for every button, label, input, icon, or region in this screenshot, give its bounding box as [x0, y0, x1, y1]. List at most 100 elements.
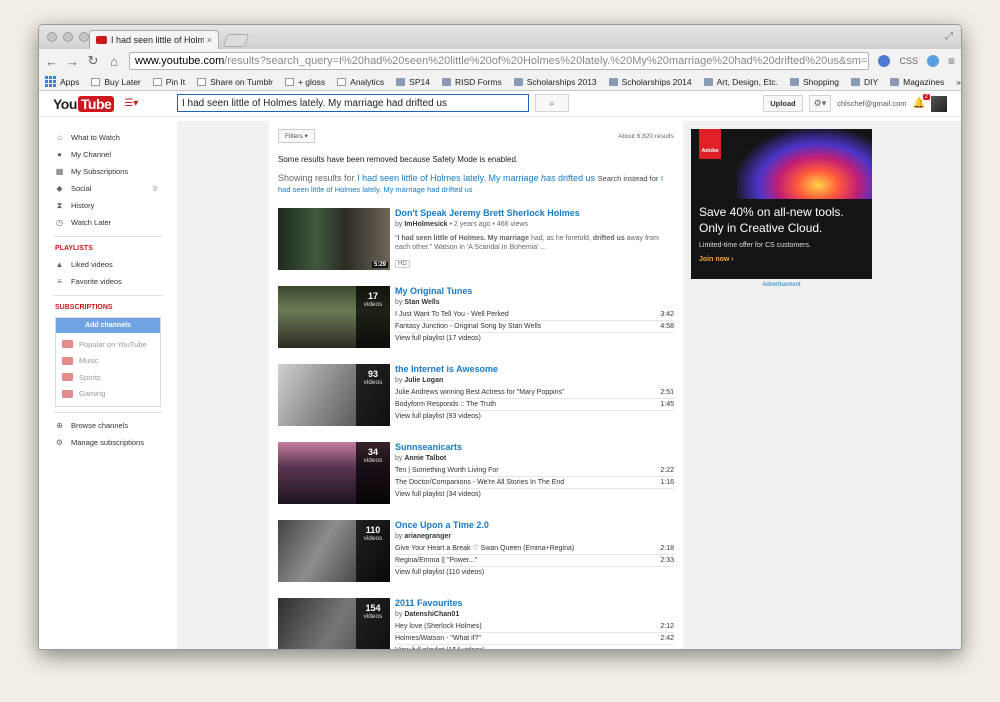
playlist-track[interactable]: Ten | Something Worth Living For 2:22: [395, 465, 674, 477]
notifications-bell-icon[interactable]: 🔔 2: [913, 94, 930, 109]
bookmark-item[interactable]: Share on Tumblr: [197, 77, 273, 87]
account-email[interactable]: chlschef@gmail.com: [837, 99, 906, 108]
playlist-title-link[interactable]: 2011 Favourites: [395, 598, 674, 609]
playlist-thumbnail[interactable]: 154 videos: [278, 598, 390, 649]
playlist-track[interactable]: The Doctor/Companions - We're All Storie…: [395, 477, 674, 489]
guide-menu-icon[interactable]: ☰▾: [124, 98, 138, 109]
css-extension-icon[interactable]: CSS: [899, 56, 918, 66]
minimize-window-button[interactable]: [63, 32, 73, 42]
settings-gear-icon[interactable]: ⚙▾: [808, 95, 832, 112]
avatar[interactable]: [931, 95, 947, 112]
add-channels-button[interactable]: Add channels: [56, 318, 160, 333]
adobe-ad-banner[interactable]: Adobe Save 40% on all-new tools. Only in …: [691, 129, 872, 279]
channel-link[interactable]: Annie Talbot: [404, 455, 446, 462]
playlist-title-link[interactable]: the Internet is Awesome: [395, 364, 674, 375]
view-full-playlist-link[interactable]: View full playlist (110 videos): [395, 569, 674, 576]
corrected-query-link[interactable]: I had seen little of Holmes lately. My m…: [357, 173, 595, 183]
bookmark-item[interactable]: SP14: [396, 77, 430, 87]
browser-tab[interactable]: I had seen little of Holmes ×: [89, 30, 219, 49]
sidebar-item-liked-videos[interactable]: ▲ Liked videos: [39, 256, 177, 273]
playlist-track[interactable]: Bodyform Responds :: The Truth 1:45: [395, 399, 674, 411]
suggested-channel-item[interactable]: Music: [56, 353, 160, 370]
sidebar-item-watch-later[interactable]: ◷ Watch Later: [39, 214, 177, 231]
bookmark-item[interactable]: + gloss: [284, 77, 325, 87]
view-full-playlist-link[interactable]: View full playlist (34 videos): [395, 491, 674, 498]
video-title-link[interactable]: Don't Speak Jeremy Brett Sherlock Holmes: [395, 208, 674, 219]
reload-icon[interactable]: ↻: [87, 53, 99, 69]
ad-label[interactable]: Advertisement: [691, 282, 872, 288]
bookmark-item[interactable]: DIY: [850, 77, 878, 87]
playlist-title-link[interactable]: Once Upon a Time 2.0: [395, 520, 674, 531]
playlist-track[interactable]: Julie Andrews winning Best Actress for "…: [395, 387, 674, 399]
bookmark-item[interactable]: Apps: [45, 76, 79, 87]
playlist-title-link[interactable]: Sunnseanicarts: [395, 442, 674, 453]
playlist-track[interactable]: I Just Want To Tell You - Well Perked 3:4…: [395, 309, 674, 321]
close-window-button[interactable]: [47, 32, 57, 42]
upload-button[interactable]: Upload: [763, 95, 803, 112]
extension-globe-icon[interactable]: [926, 55, 939, 67]
forward-icon[interactable]: →: [66, 54, 79, 69]
playlist-track[interactable]: Give Your Heart a Break ♡ Swan Queen (Em…: [395, 543, 674, 555]
playlist-result[interactable]: 110 videos Once Upon a Time 2.0 by arianegr…: [278, 520, 674, 583]
playlist-track[interactable]: Fantasy Junction - Original Song by Stan…: [395, 321, 674, 333]
playlist-thumbnail[interactable]: 34 videos: [278, 442, 390, 504]
bookmark-item[interactable]: Shopping: [790, 77, 839, 87]
sidebar-item-manage-subscriptions[interactable]: ⚙ Manage subscriptions: [39, 434, 177, 451]
suggested-channel-item[interactable]: Popular on YouTube: [56, 336, 160, 353]
fullscreen-icon[interactable]: ⤢: [945, 31, 953, 42]
back-icon[interactable]: ←: [45, 54, 58, 69]
channel-link[interactable]: Julie Logan: [404, 377, 443, 384]
playlist-result[interactable]: 34 videos Sunnseanicarts by Annie Talbot Ten…: [278, 442, 674, 505]
search-input[interactable]: [177, 94, 529, 112]
sidebar-item-favorite-videos[interactable]: ≡ Favorite videos: [39, 273, 177, 290]
playlist-result[interactable]: 93 videos the Internet is Awesome by Julie …: [278, 364, 674, 427]
sidebar-item-what-to-watch[interactable]: ⌂ What to Watch: [39, 129, 177, 146]
bookmarks-overflow-icon[interactable]: »: [956, 77, 961, 87]
extension-icon[interactable]: [878, 55, 891, 67]
subscriptions-heading[interactable]: SUBSCRIPTIONS: [39, 300, 177, 315]
playlist-track[interactable]: Hey love (Sherlock Holmes) 2:12: [395, 621, 674, 633]
playlist-track[interactable]: Regina/Emma || "Power..." 2:33: [395, 555, 674, 567]
sidebar-item-browse-channels[interactable]: ⊕ Browse channels: [39, 417, 177, 434]
sidebar-item-my-subscriptions[interactable]: ▦ My Subscriptions: [39, 163, 177, 180]
video-result[interactable]: 5:29 Don't Speak Jeremy Brett Sherlock Ho…: [278, 208, 674, 271]
maximize-window-button[interactable]: [79, 32, 89, 42]
bookmark-item[interactable]: Art, Design, Etc.: [703, 77, 778, 87]
channel-link[interactable]: arianegranger: [404, 533, 451, 540]
suggested-channel-item[interactable]: Gaming: [56, 386, 160, 403]
view-full-playlist-link[interactable]: View full playlist (17 videos): [395, 335, 674, 342]
home-button-icon[interactable]: ⌂: [108, 54, 120, 69]
search-button[interactable]: ⌕: [535, 94, 569, 112]
filters-button[interactable]: Filters ▾: [278, 129, 315, 143]
playlist-thumbnail[interactable]: 110 videos: [278, 520, 390, 582]
channel-link[interactable]: Stan Wells: [404, 299, 439, 306]
playlist-result[interactable]: 17 videos My Original Tunes by Stan Wells I …: [278, 286, 674, 349]
playlists-heading[interactable]: PLAYLISTS: [39, 241, 177, 256]
bookmark-item[interactable]: Magazines: [890, 77, 944, 87]
sidebar-item-my-channel[interactable]: ● My Channel: [39, 146, 177, 163]
playlist-result[interactable]: 154 videos 2011 Favourites by DatenshiChan0…: [278, 598, 674, 649]
new-tab-button[interactable]: [222, 34, 250, 47]
bookmark-item[interactable]: Buy Later: [91, 77, 141, 87]
ad-cta-link[interactable]: Join now ›: [699, 256, 734, 263]
tab-close-icon[interactable]: ×: [207, 35, 212, 45]
video-thumbnail[interactable]: 5:29: [278, 208, 390, 270]
view-full-playlist-link[interactable]: View full playlist (154 videos): [395, 647, 674, 649]
menu-icon[interactable]: ≡: [948, 54, 955, 68]
view-full-playlist-link[interactable]: View full playlist (93 videos): [395, 413, 674, 420]
playlist-thumbnail[interactable]: 17 videos: [278, 286, 390, 348]
playlist-title-link[interactable]: My Original Tunes: [395, 286, 674, 297]
bookmark-item[interactable]: Pin It: [152, 77, 185, 87]
playlist-thumbnail[interactable]: 93 videos: [278, 364, 390, 426]
channel-link[interactable]: DatenshiChan01: [404, 611, 459, 618]
channel-link[interactable]: ImHolmesick: [404, 221, 447, 228]
bookmark-item[interactable]: Scholarships 2013: [513, 77, 597, 87]
bookmark-item[interactable]: Scholarships 2014: [608, 77, 692, 87]
bookmark-item[interactable]: RISD Forms: [441, 77, 502, 87]
playlist-track[interactable]: Holmes/Watson - "What if?" 2:42: [395, 633, 674, 645]
bookmark-item[interactable]: Analytics: [337, 77, 384, 87]
sidebar-item-social[interactable]: ◆ Social 9: [39, 180, 177, 197]
youtube-logo[interactable]: You Tube: [53, 95, 115, 112]
address-bar[interactable]: www.youtube.com/results?search_query=I%2…: [129, 52, 870, 70]
sidebar-item-history[interactable]: ⧗ History: [39, 197, 177, 214]
